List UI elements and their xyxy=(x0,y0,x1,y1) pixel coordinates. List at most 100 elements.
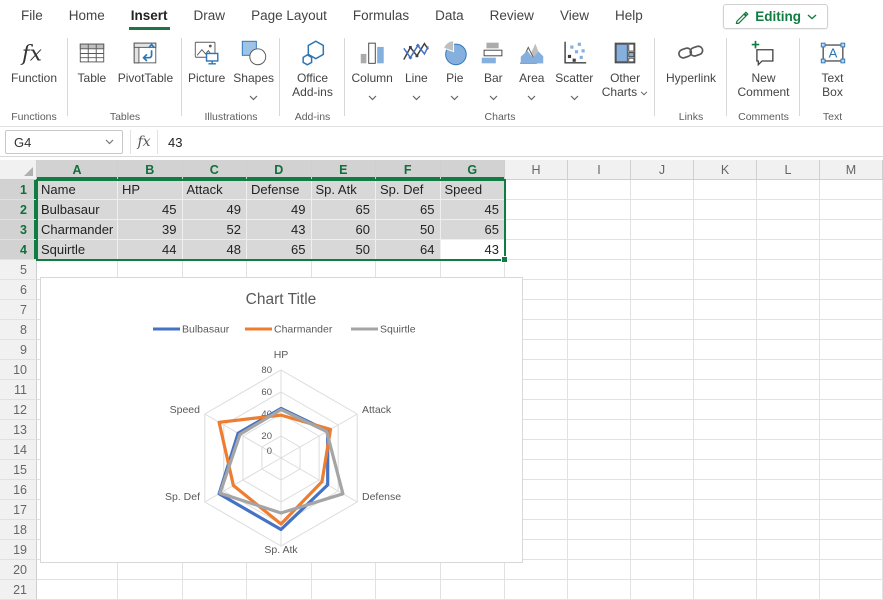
cell-m2[interactable] xyxy=(820,200,883,220)
cell-i13[interactable] xyxy=(568,420,631,440)
cell-k10[interactable] xyxy=(694,360,757,380)
cell-k3[interactable] xyxy=(694,220,757,240)
column-header-c[interactable]: C xyxy=(183,160,248,180)
cell-c2[interactable]: 49 xyxy=(183,200,248,220)
column-header-m[interactable]: M xyxy=(820,160,883,180)
row-header-3[interactable]: 3 xyxy=(0,220,37,240)
cell-l13[interactable] xyxy=(757,420,820,440)
ribbon-button-function[interactable]: fxFunction xyxy=(9,36,59,87)
ribbon-button-table[interactable]: Table xyxy=(75,36,109,87)
cell-l12[interactable] xyxy=(757,400,820,420)
cell-i17[interactable] xyxy=(568,500,631,520)
cell-d21[interactable] xyxy=(247,580,312,600)
ribbon-button-picture[interactable]: Picture xyxy=(186,36,227,96)
cell-g4[interactable]: 43 xyxy=(441,240,506,260)
menu-tab-data[interactable]: Data xyxy=(422,0,477,30)
radar-chart-object[interactable]: Chart TitleBulbasaurCharmanderSquirtle02… xyxy=(40,277,523,563)
cell-k14[interactable] xyxy=(694,440,757,460)
cell-j1[interactable] xyxy=(631,180,694,200)
menu-tab-view[interactable]: View xyxy=(547,0,602,30)
cell-f21[interactable] xyxy=(376,580,441,600)
select-all-corner[interactable] xyxy=(0,160,37,180)
row-header-17[interactable]: 17 xyxy=(0,500,37,520)
cell-m10[interactable] xyxy=(820,360,883,380)
cell-l7[interactable] xyxy=(757,300,820,320)
ribbon-button-other-charts[interactable]: OtherCharts xyxy=(600,36,651,101)
cell-l19[interactable] xyxy=(757,540,820,560)
cell-i3[interactable] xyxy=(568,220,631,240)
cell-i4[interactable] xyxy=(568,240,631,260)
cell-l5[interactable] xyxy=(757,260,820,280)
row-header-6[interactable]: 6 xyxy=(0,280,37,300)
cell-l6[interactable] xyxy=(757,280,820,300)
cell-i5[interactable] xyxy=(568,260,631,280)
ribbon-button-area[interactable]: Area xyxy=(515,36,549,101)
cell-j20[interactable] xyxy=(631,560,694,580)
formula-input[interactable]: 43 xyxy=(168,130,182,154)
cell-m17[interactable] xyxy=(820,500,883,520)
cell-k12[interactable] xyxy=(694,400,757,420)
ribbon-button-text-box[interactable]: ATextBox xyxy=(816,36,850,101)
column-header-e[interactable]: E xyxy=(312,160,377,180)
menu-tab-file[interactable]: File xyxy=(8,0,56,30)
cell-d1[interactable]: Defense xyxy=(247,180,312,200)
cell-m21[interactable] xyxy=(820,580,883,600)
row-header-19[interactable]: 19 xyxy=(0,540,37,560)
cell-b4[interactable]: 44 xyxy=(118,240,183,260)
cell-m8[interactable] xyxy=(820,320,883,340)
cell-j16[interactable] xyxy=(631,480,694,500)
menu-tab-page-layout[interactable]: Page Layout xyxy=(238,0,340,30)
cell-l2[interactable] xyxy=(757,200,820,220)
cell-l10[interactable] xyxy=(757,360,820,380)
cell-h2[interactable] xyxy=(505,200,568,220)
column-header-l[interactable]: L xyxy=(757,160,820,180)
ribbon-button-pie[interactable]: Pie xyxy=(438,36,472,101)
cell-g3[interactable]: 65 xyxy=(441,220,506,240)
cell-j7[interactable] xyxy=(631,300,694,320)
cell-a3[interactable]: Charmander xyxy=(37,220,118,240)
cell-k7[interactable] xyxy=(694,300,757,320)
ribbon-button-hyperlink[interactable]: Hyperlink xyxy=(664,36,718,87)
cell-m4[interactable] xyxy=(820,240,883,260)
cell-l8[interactable] xyxy=(757,320,820,340)
cell-i20[interactable] xyxy=(568,560,631,580)
cell-c1[interactable]: Attack xyxy=(183,180,248,200)
column-header-i[interactable]: I xyxy=(568,160,631,180)
column-header-f[interactable]: F xyxy=(376,160,441,180)
column-header-k[interactable]: K xyxy=(694,160,757,180)
cell-h1[interactable] xyxy=(505,180,568,200)
menu-tab-formulas[interactable]: Formulas xyxy=(340,0,422,30)
ribbon-button-pivottable[interactable]: PivotTable xyxy=(116,36,175,87)
cell-l15[interactable] xyxy=(757,460,820,480)
cell-i6[interactable] xyxy=(568,280,631,300)
cell-l3[interactable] xyxy=(757,220,820,240)
cell-k15[interactable] xyxy=(694,460,757,480)
column-header-j[interactable]: J xyxy=(631,160,694,180)
cell-b21[interactable] xyxy=(118,580,183,600)
insert-function-button[interactable]: fx xyxy=(130,130,158,154)
cell-m9[interactable] xyxy=(820,340,883,360)
cell-j14[interactable] xyxy=(631,440,694,460)
cell-b3[interactable]: 39 xyxy=(118,220,183,240)
column-header-d[interactable]: D xyxy=(247,160,312,180)
cell-m7[interactable] xyxy=(820,300,883,320)
cell-j12[interactable] xyxy=(631,400,694,420)
cell-i11[interactable] xyxy=(568,380,631,400)
row-header-18[interactable]: 18 xyxy=(0,520,37,540)
menu-tab-help[interactable]: Help xyxy=(602,0,656,30)
cell-m12[interactable] xyxy=(820,400,883,420)
row-header-8[interactable]: 8 xyxy=(0,320,37,340)
cell-a1[interactable]: Name xyxy=(37,180,118,200)
cell-l1[interactable] xyxy=(757,180,820,200)
cell-k8[interactable] xyxy=(694,320,757,340)
legend-item-charmander[interactable]: Charmander xyxy=(245,324,333,336)
cell-k4[interactable] xyxy=(694,240,757,260)
legend-item-bulbasaur[interactable]: Bulbasaur xyxy=(153,324,230,336)
cell-k9[interactable] xyxy=(694,340,757,360)
cell-m20[interactable] xyxy=(820,560,883,580)
cell-k21[interactable] xyxy=(694,580,757,600)
row-header-14[interactable]: 14 xyxy=(0,440,37,460)
cell-j15[interactable] xyxy=(631,460,694,480)
cell-i16[interactable] xyxy=(568,480,631,500)
name-box[interactable]: G4 xyxy=(5,130,123,154)
